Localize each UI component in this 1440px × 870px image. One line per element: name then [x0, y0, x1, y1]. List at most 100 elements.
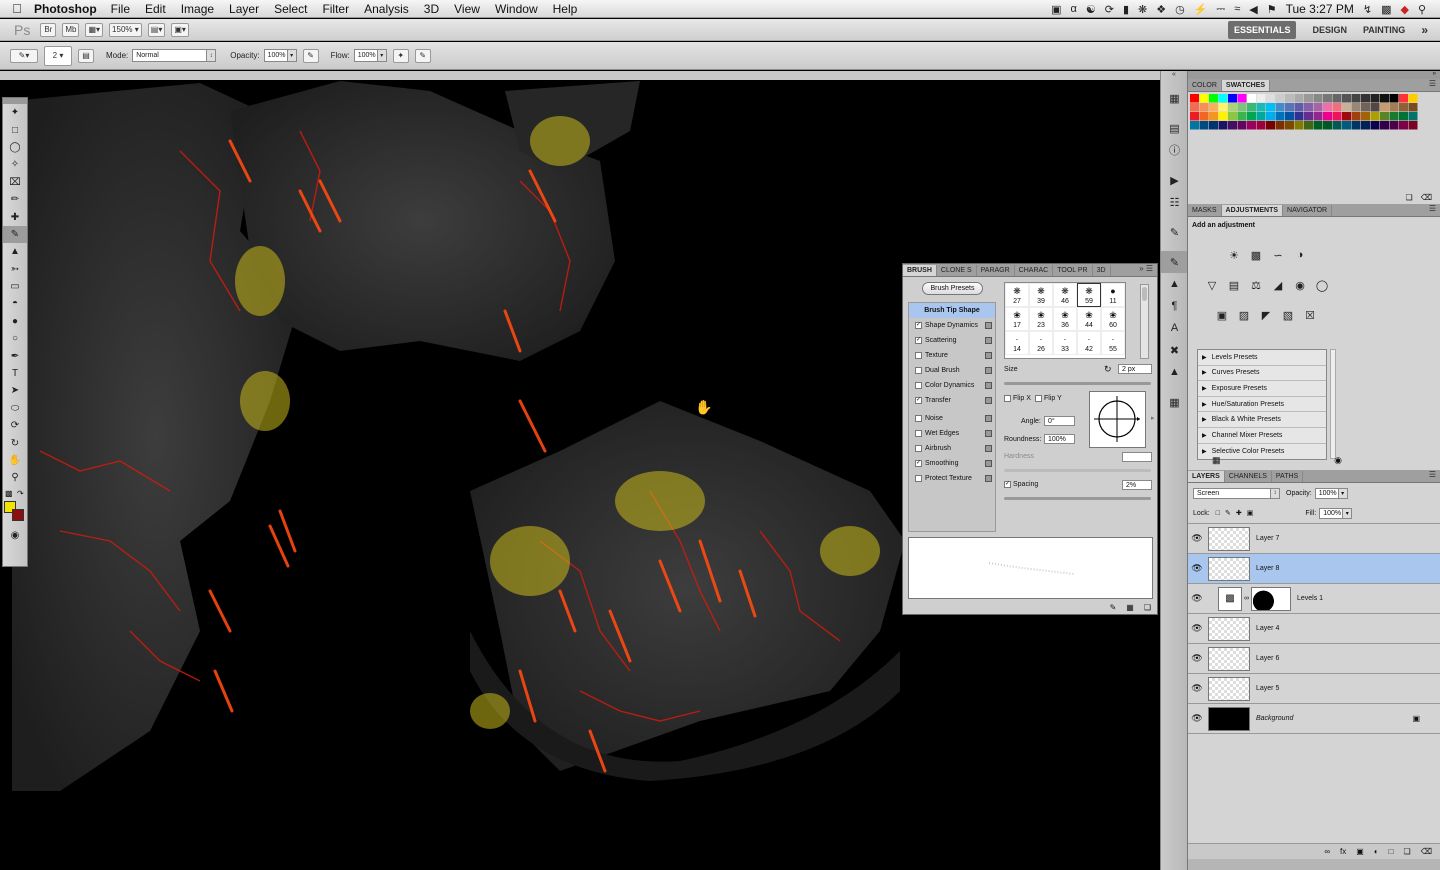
menu-select[interactable]: Select: [274, 2, 307, 16]
checkbox-icon[interactable]: [915, 430, 922, 437]
checkbox-icon[interactable]: ✓: [1004, 481, 1011, 488]
swatch[interactable]: [1380, 112, 1389, 121]
background-color-swatch[interactable]: [12, 508, 24, 521]
swatch[interactable]: [1332, 103, 1342, 112]
return-to-list-icon[interactable]: ▦: [1212, 455, 1221, 466]
lock-icon[interactable]: [985, 397, 992, 404]
dock-collapse-bar[interactable]: »: [1188, 71, 1440, 79]
spacing-input[interactable]: 2%: [1122, 480, 1152, 490]
delete-swatch-icon[interactable]: ⌫: [1421, 193, 1432, 202]
layer-row-layer-4[interactable]: 👁 Layer 4: [1188, 614, 1440, 644]
layer-opacity-input[interactable]: 100%: [1314, 487, 1339, 499]
selective-color-icon[interactable]: ☒: [1302, 307, 1318, 323]
arrange-documents-button[interactable]: ▤▾: [147, 22, 166, 37]
swatch[interactable]: [1304, 121, 1313, 130]
scrollbar-thumb[interactable]: [1142, 287, 1147, 301]
checkbox-icon[interactable]: [915, 415, 922, 422]
layer-name[interactable]: Layer 5: [1256, 685, 1279, 692]
roundness-input[interactable]: 100%: [1044, 434, 1075, 444]
swatch[interactable]: [1399, 112, 1408, 121]
brush-angle-preview[interactable]: [1089, 391, 1146, 448]
lock-transparent-icon[interactable]: □: [1216, 510, 1220, 517]
flip-y-checkbox[interactable]: Flip Y: [1035, 395, 1062, 402]
layer-row-levels-1[interactable]: 👁 ▩ ∞ Levels 1: [1188, 584, 1440, 614]
menu-help[interactable]: Help: [553, 2, 578, 16]
lasso-tool-icon[interactable]: ◯: [3, 139, 27, 156]
visibility-eye-icon[interactable]: 👁: [1188, 713, 1206, 724]
history-brush-tool-icon[interactable]: ➳: [3, 261, 27, 278]
layer-name[interactable]: Background: [1256, 715, 1293, 722]
swatch[interactable]: [1256, 103, 1266, 112]
brush-tip[interactable]: ❋ 46: [1053, 283, 1077, 307]
new-layer-icon[interactable]: ❏: [1404, 847, 1411, 856]
swatch[interactable]: [1361, 94, 1370, 103]
swatch[interactable]: [1313, 121, 1323, 130]
blend-mode-select[interactable]: Screen: [1193, 487, 1271, 499]
evernote-icon[interactable]: ☯: [1086, 3, 1096, 16]
brightness-contrast-icon[interactable]: ☀: [1226, 247, 1242, 263]
clip-to-layer-icon[interactable]: ◉: [1334, 455, 1342, 466]
dual-brush-option[interactable]: Dual Brush: [909, 363, 995, 378]
lock-image-icon[interactable]: ✎: [1225, 509, 1231, 517]
clone-source-panel-icon[interactable]: ▲: [1161, 273, 1188, 295]
swatch[interactable]: [1294, 103, 1304, 112]
swatch[interactable]: [1266, 121, 1275, 130]
info-panel-icon[interactable]: ⓘ: [1161, 139, 1188, 161]
visibility-eye-icon[interactable]: 👁: [1188, 563, 1206, 574]
scattering-option[interactable]: ✓ Scattering: [909, 333, 995, 348]
swatch[interactable]: [1228, 103, 1237, 112]
wifi-icon[interactable]: ≈: [1234, 3, 1240, 15]
camera-icon[interactable]: ▣: [1051, 3, 1061, 16]
histogram-panel-icon[interactable]: ▤: [1161, 117, 1188, 139]
lock-position-icon[interactable]: ✚: [1236, 509, 1242, 517]
create-new-brush-icon[interactable]: ❏: [1144, 603, 1151, 612]
swatch[interactable]: [1199, 112, 1209, 121]
checkbox-icon[interactable]: [915, 367, 922, 374]
checkbox-icon[interactable]: ✓: [915, 337, 922, 344]
battery-monitor-icon[interactable]: ▮: [1123, 3, 1129, 16]
tab-channels[interactable]: CHANNELS: [1225, 471, 1272, 482]
swatch[interactable]: [1342, 94, 1351, 103]
layer-thumbnail[interactable]: [1208, 556, 1250, 581]
protect-texture-option[interactable]: Protect Texture: [909, 471, 995, 486]
preset-levels[interactable]: ▶ Levels Presets: [1198, 350, 1326, 366]
swatch[interactable]: [1199, 121, 1209, 130]
swatch[interactable]: [1389, 121, 1399, 130]
clone-stamp-tool-icon[interactable]: ▲: [3, 243, 27, 260]
swatch[interactable]: [1285, 103, 1294, 112]
threshold-icon[interactable]: ◤: [1258, 307, 1274, 323]
menu-filter[interactable]: Filter: [322, 2, 349, 16]
swatch[interactable]: [1190, 103, 1199, 112]
menu-window[interactable]: Window: [495, 2, 538, 16]
lock-icon[interactable]: [985, 337, 992, 344]
transfer-option[interactable]: ✓ Transfer: [909, 393, 995, 408]
tool-presets-icon[interactable]: ✖: [1161, 339, 1188, 361]
size-slider[interactable]: [1004, 382, 1151, 385]
disclosure-triangle-icon[interactable]: ▶: [1202, 416, 1207, 423]
preset-channel-mixer[interactable]: ▶ Channel Mixer Presets: [1198, 428, 1326, 444]
presets-scrollbar[interactable]: [1330, 349, 1336, 459]
smoothing-option[interactable]: ✓ Smoothing: [909, 456, 995, 471]
disclosure-triangle-icon[interactable]: ▶: [1202, 369, 1207, 376]
angle-roundness-widget-icon[interactable]: [1090, 392, 1145, 447]
visibility-eye-icon[interactable]: 👁: [1188, 653, 1206, 664]
brush-tip[interactable]: · 33: [1053, 331, 1077, 355]
swatch[interactable]: [1313, 112, 1323, 121]
brush-tip[interactable]: ❀ 60: [1101, 307, 1125, 331]
disclosure-triangle-icon[interactable]: ▶: [1202, 401, 1207, 408]
texture-option[interactable]: Texture: [909, 348, 995, 363]
lock-icon[interactable]: [985, 367, 992, 374]
tab-adjustments[interactable]: ADJUSTMENTS: [1221, 205, 1284, 216]
swatch[interactable]: [1247, 112, 1256, 121]
reset-size-icon[interactable]: ↻: [1104, 364, 1112, 375]
preset-black-white[interactable]: ▶ Black & White Presets: [1198, 412, 1326, 428]
pressure-size-icon[interactable]: ✎: [414, 48, 431, 63]
new-adjustment-layer-icon[interactable]: ◐: [1374, 847, 1379, 856]
angle-input[interactable]: 0°: [1044, 416, 1075, 426]
swatch[interactable]: [1190, 94, 1199, 103]
animation-panel-icon[interactable]: ▶: [1161, 169, 1188, 191]
preset-exposure[interactable]: ▶ Exposure Presets: [1198, 381, 1326, 397]
tab-brush[interactable]: BRUSH: [903, 265, 937, 276]
preset-curves[interactable]: ▶ Curves Presets: [1198, 366, 1326, 382]
dodge-tool-icon[interactable]: ○: [3, 330, 27, 347]
